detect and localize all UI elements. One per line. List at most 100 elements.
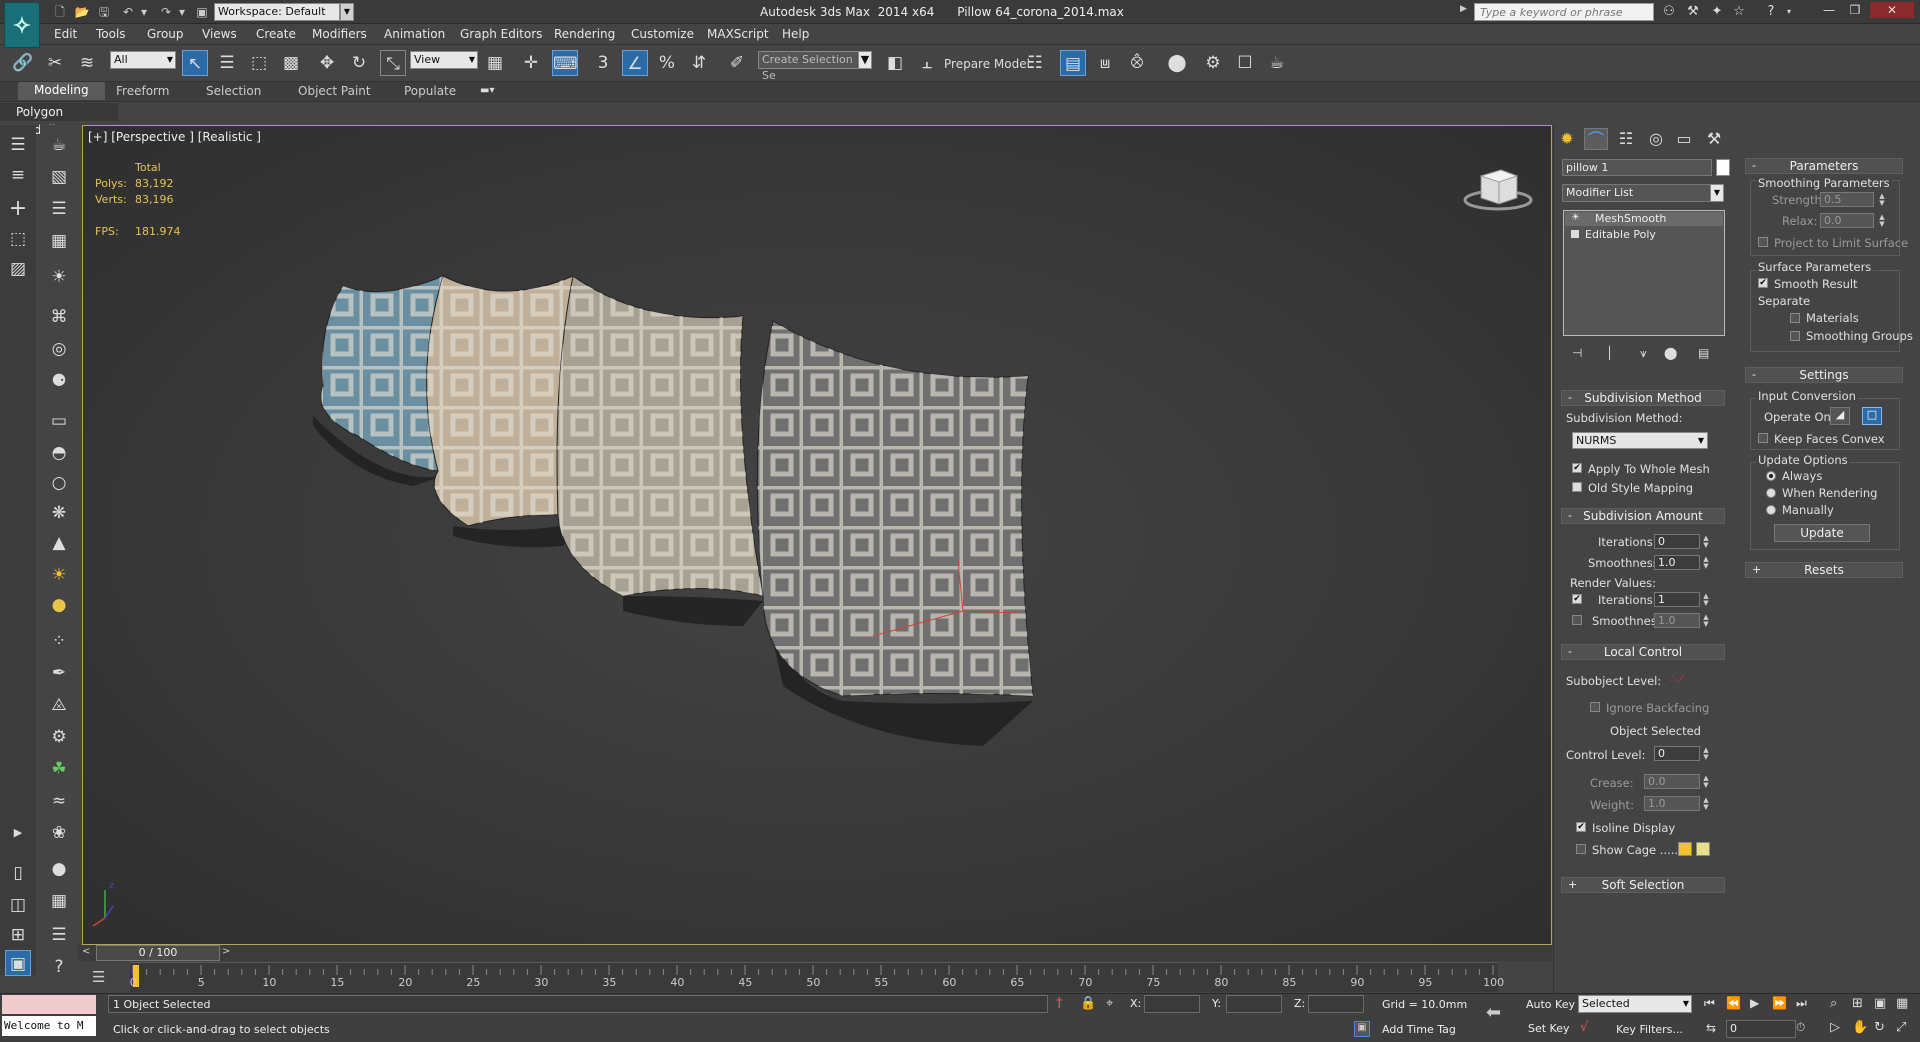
old-style-mapping-checkbox[interactable] [1572, 482, 1582, 492]
render-smoothness-spinner-icon[interactable]: ▲ ▼ [1702, 614, 1710, 629]
viewport-layout-active-icon[interactable]: ▣ [5, 950, 31, 976]
communication-center-icon[interactable]: ✦ [1708, 3, 1726, 21]
x-coordinate-field[interactable] [1144, 995, 1200, 1013]
project-limit-checkbox[interactable] [1758, 237, 1768, 247]
separate-materials-checkbox[interactable] [1790, 313, 1800, 323]
zoom-extents-icon[interactable]: ▣ [1874, 996, 1886, 1011]
menu-animation[interactable]: Animation [384, 27, 445, 41]
time-tag-icon[interactable]: ▣ [1354, 1021, 1370, 1037]
menu-edit[interactable]: Edit [54, 27, 77, 41]
iterations-spinner-icon[interactable]: ▲ ▼ [1702, 535, 1710, 550]
menu-graph-editors[interactable]: Graph Editors [460, 27, 542, 41]
current-frame-field[interactable]: 0 [1726, 1020, 1796, 1038]
remove-modifier-icon[interactable]: ⬤ [1664, 346, 1677, 360]
sky-light-icon[interactable]: ● [46, 592, 72, 618]
zoom-icon[interactable]: ⌕ [1830, 996, 1837, 1011]
smoothness-spinner-icon[interactable]: ▲ ▼ [1702, 556, 1710, 571]
crease-field[interactable]: 0.0 [1644, 774, 1700, 789]
project-folder-icon[interactable]: ▣ [194, 4, 210, 20]
menu-rendering[interactable]: Rendering [554, 27, 615, 41]
save-file-icon[interactable]: 🖫 [96, 4, 112, 20]
control-level-spinner-icon[interactable]: ▲ ▼ [1702, 747, 1710, 762]
menu-group[interactable]: Group [147, 27, 184, 41]
rollout-subdivision-amount[interactable]: - Subdivision Amount [1561, 508, 1725, 524]
viewport-layout-quad-icon[interactable]: ⊞ [5, 922, 31, 948]
crease-spinner-icon[interactable]: ▲ ▼ [1702, 775, 1710, 790]
y-coordinate-field[interactable] [1226, 995, 1282, 1013]
schematic-view-icon[interactable]: ⨶ [1124, 50, 1150, 76]
select-and-link-icon[interactable]: 🔗 [10, 50, 36, 76]
rollout-subdivision-method[interactable]: - Subdivision Method [1561, 390, 1725, 406]
app-logo-icon[interactable]: ✧ [4, 2, 40, 48]
iterations-field[interactable]: 0 [1654, 534, 1700, 549]
pin-stack-icon[interactable]: ⊣ [1572, 346, 1582, 360]
camera-icon[interactable]: ⌘ [46, 304, 72, 330]
tab-populate[interactable]: Populate [404, 84, 456, 98]
time-prev-arrow-icon[interactable]: < [82, 946, 90, 957]
object-color-swatch[interactable] [1716, 159, 1730, 176]
geosphere-icon[interactable]: ❋ [46, 500, 72, 526]
relax-field[interactable]: 0.0 [1820, 213, 1874, 228]
smoothness-field[interactable]: 1.0 [1654, 555, 1700, 570]
separate-smoothing-groups-checkbox[interactable] [1790, 331, 1800, 341]
expand-icon[interactable] [1571, 230, 1579, 238]
menu-customize[interactable]: Customize [631, 27, 694, 41]
render-smoothness-checkbox[interactable] [1572, 615, 1582, 625]
zoom-all-icon[interactable]: ⊞ [1852, 996, 1863, 1011]
workspace-dropdown-arrow-icon[interactable]: ▼ [340, 3, 354, 21]
make-unique-icon[interactable]: ⩛ [1640, 346, 1647, 361]
favorites-star-icon[interactable]: ☆ [1730, 3, 1748, 21]
percent-snap-toggle-icon[interactable]: % [654, 50, 680, 76]
help-icon[interactable]: ? [1762, 3, 1780, 21]
apply-whole-mesh-checkbox[interactable]: ✔ [1572, 463, 1582, 473]
maximize-viewport-icon[interactable]: ⤢ [1896, 1020, 1906, 1035]
ribbon-minimize-icon[interactable]: ▬▾ [480, 85, 506, 99]
show-cage-checkbox[interactable] [1576, 844, 1586, 854]
render-iterations-checkbox[interactable]: ✔ [1572, 594, 1582, 604]
modifier-list-dropdown[interactable]: Modifier List [1562, 184, 1722, 202]
display-tab-icon[interactable]: ▭ [1672, 128, 1696, 150]
layout-grid-icon[interactable]: ▦ [46, 888, 72, 914]
search-input[interactable]: Type a keyword or phrase [1474, 3, 1654, 21]
motion-tab-icon[interactable]: ◎ [1644, 128, 1668, 150]
grid-object-icon[interactable]: ▦ [46, 228, 72, 254]
align-icon[interactable]: ⫠ [914, 50, 940, 76]
update-manually-radio[interactable] [1766, 505, 1776, 515]
rollout-settings[interactable]: - Settings [1745, 367, 1903, 383]
text-list-icon[interactable]: ☰ [46, 196, 72, 222]
selection-filter-dropdown[interactable]: All ▼ [110, 51, 176, 69]
ignore-backfacing-checkbox[interactable] [1590, 702, 1600, 712]
chevron-down-icon[interactable]: ▼ [1710, 184, 1724, 202]
lightbulb-icon[interactable]: ☀ [1571, 212, 1580, 223]
create-plus-icon[interactable]: + [5, 196, 31, 222]
redo-icon[interactable]: ↷ [158, 4, 174, 20]
search-collapse-icon[interactable]: ▶ [1460, 4, 1470, 20]
snaps-toggle-icon[interactable]: 3 [590, 50, 616, 76]
unlink-selection-icon[interactable]: ✂ [42, 50, 68, 76]
menu-tools[interactable]: Tools [96, 27, 126, 41]
help-dropdown-icon[interactable]: ▾ [1780, 3, 1798, 21]
subdivision-method-dropdown[interactable]: NURMS ▼ [1572, 432, 1708, 449]
tab-object-paint[interactable]: Object Paint [298, 84, 371, 98]
bind-to-space-warp-icon[interactable]: ≋ [74, 50, 100, 76]
show-end-result-icon[interactable]: │ [1606, 346, 1613, 360]
sphere-icon[interactable]: ○ [46, 470, 72, 496]
viewport-layout-single-icon[interactable]: ▯ [5, 860, 31, 886]
vertex-edge-subobject-icon[interactable]: ∴ ⁄ [1670, 672, 1682, 685]
stereo-camera-icon[interactable]: ⚈ [46, 368, 72, 394]
perspective-viewport[interactable]: z [82, 125, 1552, 945]
target-camera-icon[interactable]: ◎ [46, 336, 72, 362]
helper-icon[interactable]: ❀ [46, 820, 72, 846]
weight-spinner-icon[interactable]: ▲ ▼ [1702, 797, 1710, 812]
mini-curve-editor-icon[interactable]: ☰ [92, 968, 105, 986]
set-key-button[interactable]: Set Key [1528, 1022, 1570, 1035]
undo-icon[interactable]: ↶ [120, 4, 136, 20]
window-crossing-icon[interactable]: ▩ [278, 50, 304, 76]
keyboard-shortcut-override-icon[interactable]: ⌨ [552, 50, 578, 76]
zoom-extents-all-icon[interactable]: ▦ [1896, 996, 1908, 1011]
paint-spray-icon[interactable]: ✒ [46, 660, 72, 686]
image-plane-icon[interactable]: ▧ [46, 164, 72, 190]
select-and-move-icon[interactable]: ✥ [314, 50, 340, 76]
update-when-rendering-radio[interactable] [1766, 488, 1776, 498]
time-configuration-icon[interactable]: ⏱ [1796, 1020, 1805, 1035]
